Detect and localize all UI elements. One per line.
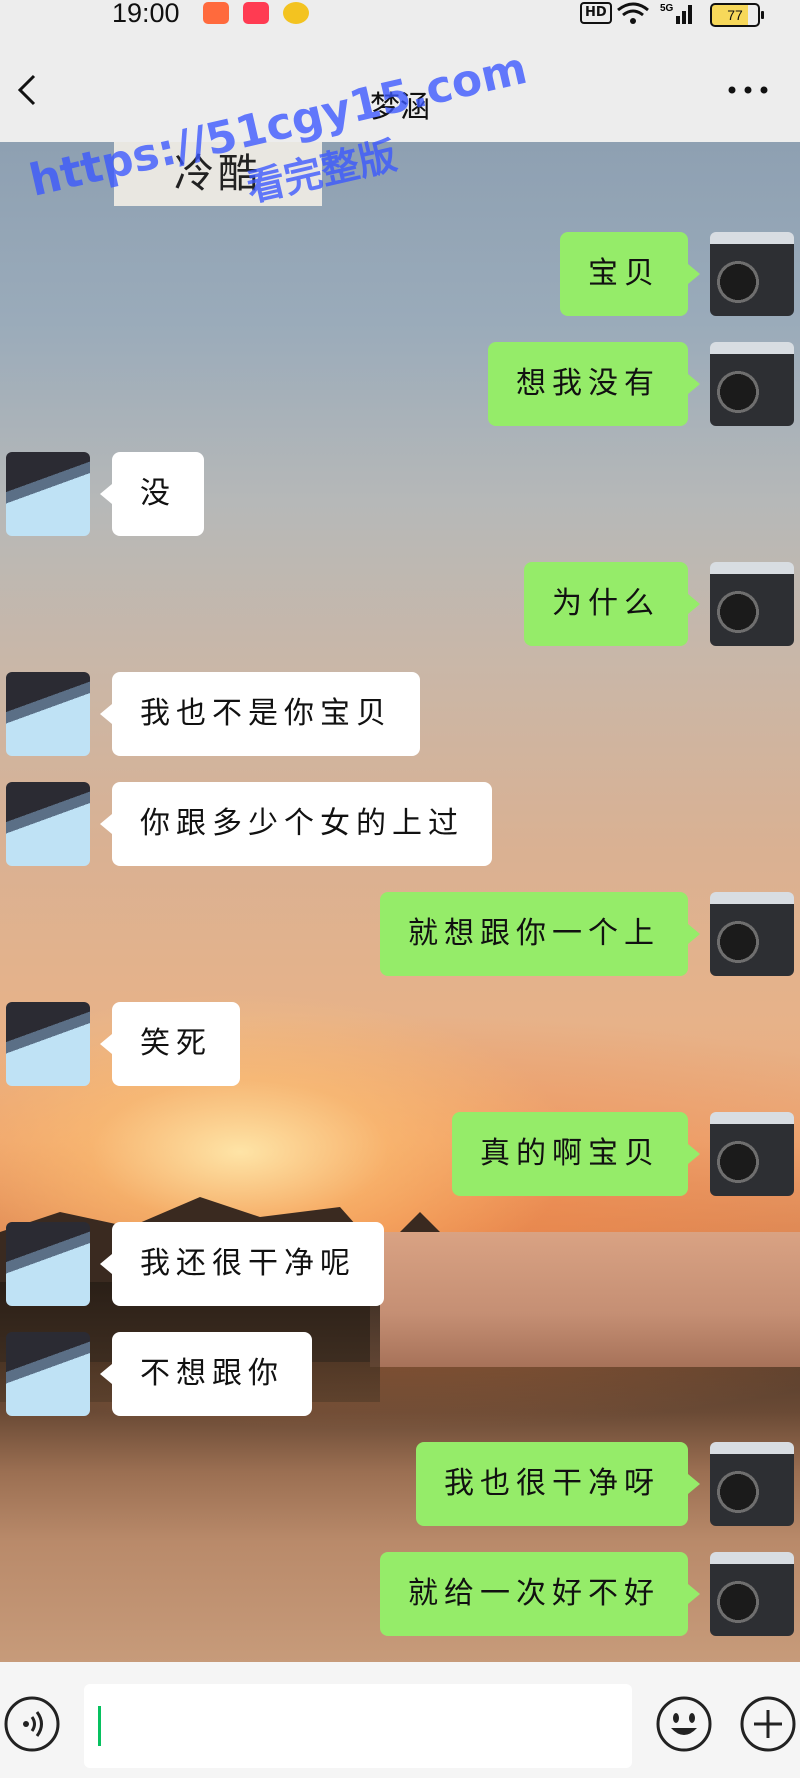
sent-message: 为什么 [0,562,800,646]
sent-message: 就给一次好不好 [0,1552,800,1636]
message-bubble[interactable]: 想我没有 [488,342,700,426]
contact-avatar[interactable] [6,1002,90,1086]
message-bubble[interactable]: 我还很干净呢 [100,1222,384,1306]
contact-avatar[interactable] [6,1332,90,1416]
message-bubble[interactable]: 真的啊宝贝 [452,1112,700,1196]
sent-message: 真的啊宝贝 [0,1112,800,1196]
contact-avatar[interactable] [6,672,90,756]
my-avatar[interactable] [710,1552,794,1636]
text-caret [98,1706,101,1746]
message-bubble[interactable]: 就想跟你一个上 [380,892,700,976]
sent-message: 宝贝 [0,232,800,316]
sent-message: 我也很干净呀 [0,1442,800,1526]
message-bubble[interactable]: 我也很干净呀 [416,1442,700,1526]
hd-icon: HD [580,2,612,24]
received-message: 没 [0,452,800,536]
message-bubble[interactable]: 笑死 [100,1002,240,1086]
smiley-icon[interactable] [656,1696,712,1752]
my-avatar[interactable] [710,1112,794,1196]
message-bubble[interactable]: 不想跟你 [100,1332,312,1416]
contact-avatar[interactable] [6,452,90,536]
message-bubble[interactable]: 我也不是你宝贝 [100,672,420,756]
message-bubble[interactable]: 就给一次好不好 [380,1552,700,1636]
chat-message-list[interactable]: 冷酷 宝贝 想我没有没为什么 我也不是你宝贝 你跟多少个女的上过 就想跟你一个上 笑死 真的… [0,142,800,1662]
video-app-icon [243,2,269,24]
my-avatar[interactable] [710,1442,794,1526]
sent-message: 想我没有 [0,342,800,426]
received-message: 笑死 [0,1002,800,1086]
contact-avatar[interactable] [6,1222,90,1306]
message-bubble[interactable]: 你跟多少个女的上过 [100,782,492,866]
contact-avatar[interactable] [6,782,90,866]
battery-icon: 77 [710,3,764,27]
received-message: 我还很干净呢 [0,1222,800,1306]
wifi-icon [617,2,649,24]
ellipsis-icon[interactable] [724,80,772,100]
my-avatar[interactable] [710,342,794,426]
plus-icon[interactable] [740,1696,796,1752]
received-message: 你跟多少个女的上过 [0,782,800,866]
app-badge-icon [283,2,309,24]
status-time: 19:00 [112,0,180,28]
received-message: 不想跟你 [0,1332,800,1416]
input-bar [0,1662,800,1778]
signal-icon: 5G [660,3,692,24]
app-notification-icon [203,2,229,24]
my-avatar[interactable] [710,562,794,646]
my-avatar[interactable] [710,892,794,976]
message-input[interactable] [84,1684,632,1768]
status-bar: 19:00 HD 5G 77 [0,0,800,30]
received-message: 我也不是你宝贝 [0,672,800,756]
voice-icon[interactable] [4,1696,60,1752]
my-avatar[interactable] [710,232,794,316]
sent-message: 就想跟你一个上 [0,892,800,976]
message-bubble[interactable]: 没 [100,452,204,536]
message-bubble[interactable]: 为什么 [524,562,700,646]
message-bubble[interactable]: 宝贝 [560,232,700,316]
network-label: 5G [660,3,674,14]
